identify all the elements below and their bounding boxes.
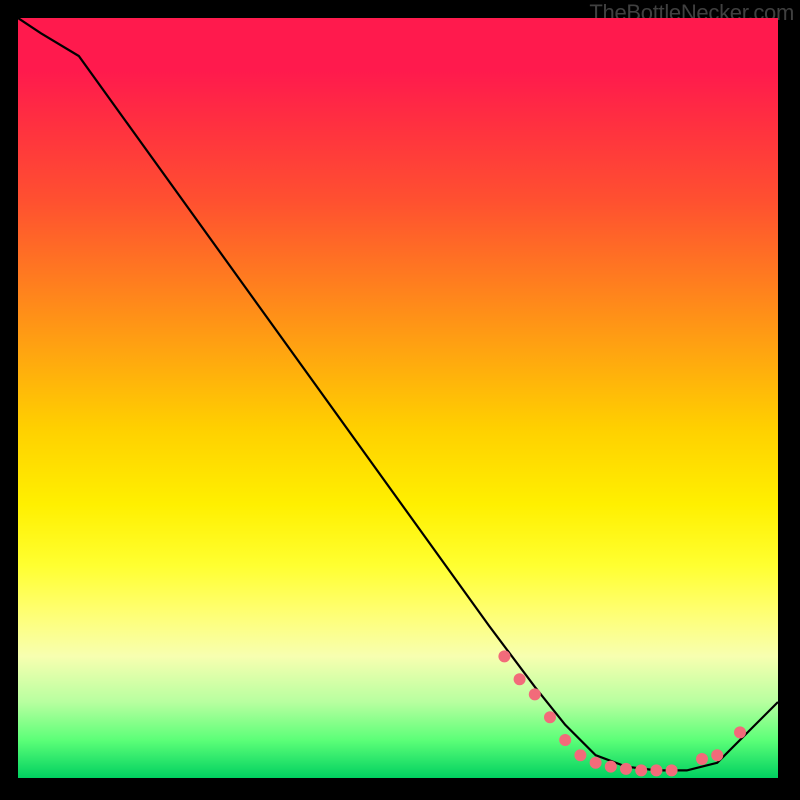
- marker-dot: [696, 753, 708, 765]
- marker-dot: [666, 764, 678, 776]
- marker-group: [498, 650, 746, 776]
- marker-dot: [635, 764, 647, 776]
- marker-dot: [590, 757, 602, 769]
- marker-dot: [514, 673, 526, 685]
- marker-dot: [650, 764, 662, 776]
- chart-stage: TheBottleNecker.com: [0, 0, 800, 800]
- marker-dot: [574, 749, 586, 761]
- marker-dot: [711, 749, 723, 761]
- marker-dot: [605, 761, 617, 773]
- marker-dot: [620, 763, 632, 775]
- marker-dot: [544, 711, 556, 723]
- marker-dot: [734, 726, 746, 738]
- marker-dot: [529, 688, 541, 700]
- plot-area: [18, 18, 778, 778]
- curve-overlay: [18, 18, 778, 778]
- marker-dot: [559, 734, 571, 746]
- bottleneck-curve: [18, 18, 778, 770]
- marker-dot: [498, 650, 510, 662]
